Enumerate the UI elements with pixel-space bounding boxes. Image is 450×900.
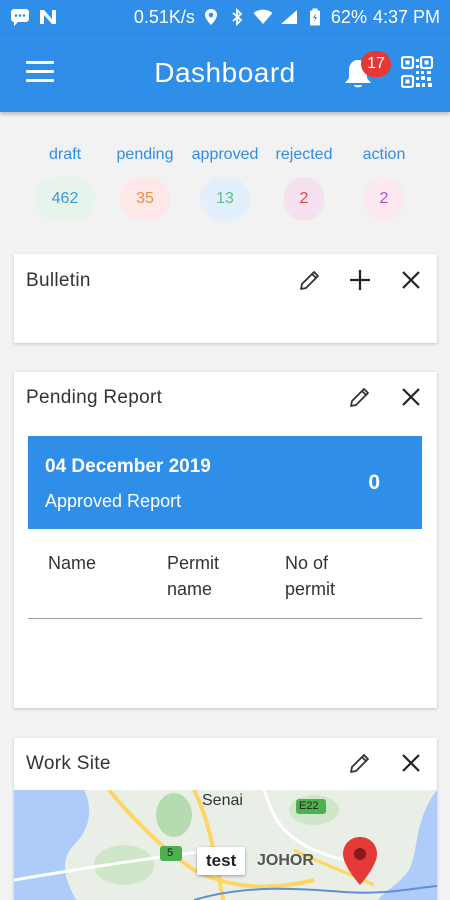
menu-icon[interactable]: [26, 61, 54, 85]
stat-label: approved: [191, 146, 259, 163]
work-site-card: Work Site Senai E22 5 JOHOR test: [14, 738, 437, 900]
battery-level: 62%: [330, 6, 367, 27]
report-subtitle: Approved Report: [45, 491, 182, 511]
stat-label: draft: [48, 146, 82, 163]
message-icon: [10, 8, 30, 26]
table-divider: [28, 618, 422, 619]
notification-badge[interactable]: 17: [361, 51, 391, 77]
close-icon[interactable]: [397, 383, 425, 411]
clock: 4:37 PM: [372, 6, 440, 27]
approved-report-banner[interactable]: 04 December 2019 Approved Report 0: [28, 436, 422, 529]
qr-scan-icon[interactable]: [400, 55, 434, 89]
wifi-icon: [253, 8, 273, 26]
stat-value[interactable]: 462: [35, 177, 95, 221]
stat-value[interactable]: 2: [364, 177, 404, 221]
report-date: 04 December 2019: [45, 456, 211, 477]
network-speed: 0.51K/s: [133, 6, 195, 27]
stat-value[interactable]: 13: [200, 177, 250, 221]
map-label-e22: E22: [299, 800, 319, 812]
location-icon: [201, 8, 221, 26]
edit-pencil-icon[interactable]: [346, 383, 374, 411]
close-icon[interactable]: [397, 266, 425, 294]
bluetooth-icon: [227, 8, 247, 26]
column-header-permit-name: Permit name: [167, 553, 220, 599]
bulletin-card: Bulletin: [14, 254, 437, 343]
close-icon[interactable]: [397, 749, 425, 777]
column-header-name: Name: [48, 553, 97, 573]
battery-icon: [305, 8, 325, 26]
status-bar: 0.51K/s 62% 4:37 PM: [0, 0, 450, 34]
marker-label[interactable]: test: [197, 847, 246, 875]
pending-report-card: Pending Report 04 December 2019 Approved…: [14, 372, 437, 708]
work-site-map[interactable]: Senai E22 5 JOHOR test: [14, 790, 437, 900]
status-summary: draft 462 pending 35 approved 13 rejecte…: [0, 140, 450, 230]
map-label-senai: Senai: [202, 792, 243, 809]
map-marker-icon[interactable]: [342, 836, 378, 891]
add-icon[interactable]: [346, 266, 374, 294]
app-n-icon: [38, 8, 58, 26]
map-label-route-5: 5: [167, 847, 174, 859]
stat-label: action: [362, 146, 406, 163]
stat-value[interactable]: 2: [284, 177, 324, 221]
report-count: 0: [368, 471, 380, 494]
card-title: Work Site: [26, 753, 111, 774]
edit-pencil-icon[interactable]: [346, 749, 374, 777]
stat-value[interactable]: 35: [120, 177, 170, 221]
stat-label: pending: [116, 146, 174, 163]
app-bar: Dashboard 17: [0, 34, 450, 112]
map-label-johor: JOHOR: [257, 852, 314, 869]
card-title: Pending Report: [26, 387, 163, 408]
stat-label: rejected: [275, 146, 333, 163]
column-header-no-of-permit: No of permit: [285, 553, 336, 599]
card-title: Bulletin: [26, 270, 91, 291]
signal-icon: [279, 8, 299, 26]
edit-pencil-icon[interactable]: [296, 266, 324, 294]
